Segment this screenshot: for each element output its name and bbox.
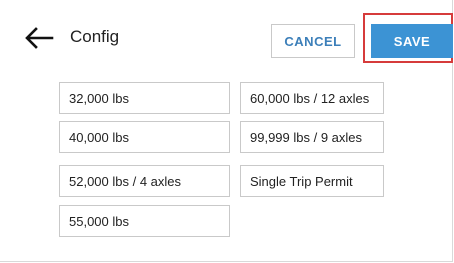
option-99999-lbs-9-axles[interactable]: 99,999 lbs / 9 axles: [240, 121, 384, 153]
option-60000-lbs-12-axles[interactable]: 60,000 lbs / 12 axles: [240, 82, 384, 114]
option-40000-lbs[interactable]: 40,000 lbs: [59, 121, 230, 153]
option-55000-lbs[interactable]: 55,000 lbs: [59, 205, 230, 237]
arrow-left-icon: [24, 27, 54, 49]
save-button[interactable]: SAVE: [371, 24, 453, 58]
option-single-trip-permit[interactable]: Single Trip Permit: [240, 165, 384, 197]
page-title: Config: [70, 27, 120, 46]
back-button[interactable]: [22, 26, 56, 50]
option-52000-lbs-4-axles[interactable]: 52,000 lbs / 4 axles: [59, 165, 230, 197]
cancel-button[interactable]: CANCEL: [271, 24, 355, 58]
option-32000-lbs[interactable]: 32,000 lbs: [59, 82, 230, 114]
